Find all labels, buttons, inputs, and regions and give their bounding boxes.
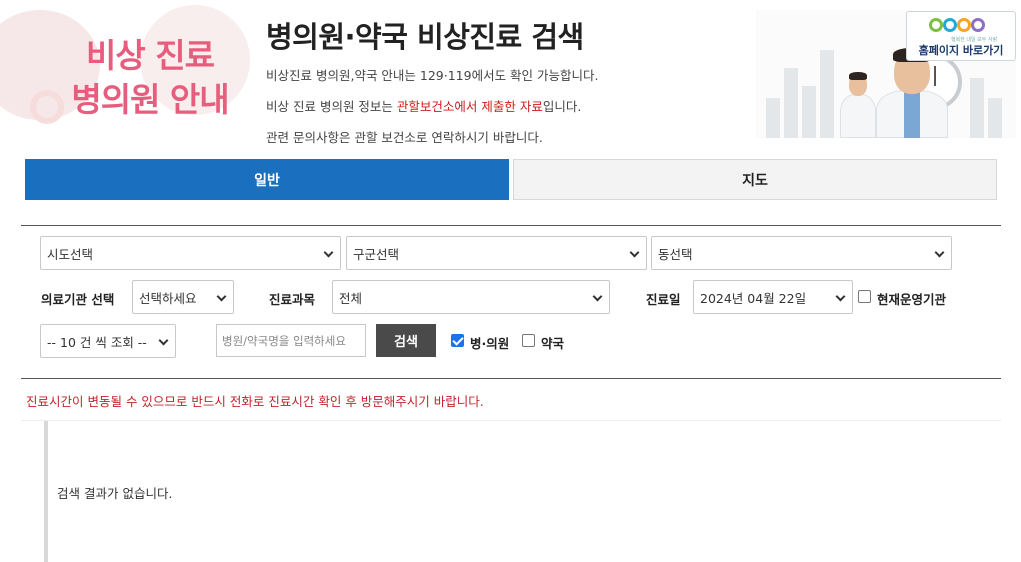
emergency-banner: 비상 진료 병의원 안내 [0, 0, 252, 150]
chevron-down-icon [216, 291, 227, 302]
page-header: 비상 진료 병의원 안내 병의원·약국 비상진료 검색 비상진료 병의원,약국 … [0, 0, 1021, 150]
institution-select[interactable]: 선택하세요 [132, 280, 234, 314]
building-shape [766, 98, 780, 138]
doctor-hair [849, 72, 867, 80]
page-title: 병의원·약국 비상진료 검색 [266, 20, 584, 54]
homepage-link[interactable]: 행복한 내일 모두 사랑 홈페이지 바로가기 [906, 11, 1016, 61]
pharmacy-checkbox[interactable] [522, 334, 535, 347]
chevron-down-icon [835, 291, 846, 302]
banner-title-line1: 비상 진료 [86, 36, 215, 75]
chevron-down-icon [629, 247, 640, 258]
divider [21, 420, 1001, 421]
page-size-select-value: -- 10 건 씩 조회 -- [47, 334, 147, 350]
hospital-checkbox[interactable] [451, 334, 464, 347]
gugun-select-value: 구군선택 [353, 246, 400, 262]
date-select-value: 2024년 04월 22일 [700, 290, 807, 306]
chevron-down-icon [158, 335, 169, 346]
pharmacy-label: 약국 [541, 336, 565, 351]
dong-select[interactable]: 동선택 [651, 236, 952, 270]
hospital-label: 병·의원 [470, 336, 510, 351]
description-text: 비상 진료 병의원 정보는 [266, 99, 397, 114]
notice-text: 진료시간이 변동될 수 있으므로 반드시 전화로 진료시간 확인 후 방문해주시… [26, 394, 484, 409]
doctor-shirt [904, 90, 920, 138]
description-line: 비상 진료 병의원 정보는 관할보건소에서 제출한 자료입니다. [266, 96, 581, 115]
description-line: 비상진료 병의원,약국 안내는 129·119에서도 확인 가능합니다. [266, 68, 599, 83]
tab-map[interactable]: 지도 [513, 159, 997, 200]
tab-general[interactable]: 일반 [25, 159, 509, 200]
doctor-coat [840, 94, 876, 138]
result-accent-bar [44, 421, 48, 562]
banner-title: 비상 진료 병의원 안내 [50, 34, 250, 122]
open-now-label: 현재운영기관 [877, 292, 947, 307]
banner-title-line2: 병의원 안내 [71, 80, 229, 119]
building-shape [970, 78, 984, 138]
date-select[interactable]: 2024년 04월 22일 [693, 280, 853, 314]
doctor-figure [838, 70, 878, 138]
institution-label: 의료기관 선택 [41, 292, 115, 307]
search-input-placeholder: 병원/약국명을 입력하세요 [222, 333, 346, 348]
chevron-down-icon [934, 247, 945, 258]
chevron-down-icon [592, 291, 603, 302]
department-select-value: 전체 [339, 290, 363, 306]
sido-select-value: 시도선택 [47, 246, 94, 262]
description-line: 관련 문의사항은 관할 보건소로 연락하시기 바랍니다. [266, 130, 543, 145]
description-text: 입니다. [542, 99, 582, 114]
department-label: 진료과목 [269, 292, 316, 307]
open-now-checkbox[interactable] [858, 290, 871, 303]
search-input[interactable]: 병원/약국명을 입력하세요 [216, 324, 366, 357]
sido-select[interactable]: 시도선택 [40, 236, 341, 270]
building-shape [820, 50, 834, 138]
page-size-select[interactable]: -- 10 건 씩 조회 -- [40, 324, 176, 358]
building-shape [802, 86, 816, 138]
homepage-link-label: 홈페이지 바로가기 [918, 44, 1004, 57]
dong-select-value: 동선택 [658, 246, 693, 262]
building-shape [784, 68, 798, 138]
department-select[interactable]: 전체 [332, 280, 610, 314]
gugun-select[interactable]: 구군선택 [346, 236, 647, 270]
description-highlight: 관할보건소에서 제출한 자료 [396, 99, 543, 114]
chevron-down-icon [323, 247, 334, 258]
date-label: 진료일 [646, 292, 681, 307]
search-button[interactable]: 검색 [376, 324, 436, 357]
building-shape [988, 98, 1002, 138]
logo-icon [929, 16, 999, 36]
institution-select-value: 선택하세요 [139, 290, 197, 306]
empty-result-message: 검색 결과가 없습니다. [57, 486, 173, 501]
